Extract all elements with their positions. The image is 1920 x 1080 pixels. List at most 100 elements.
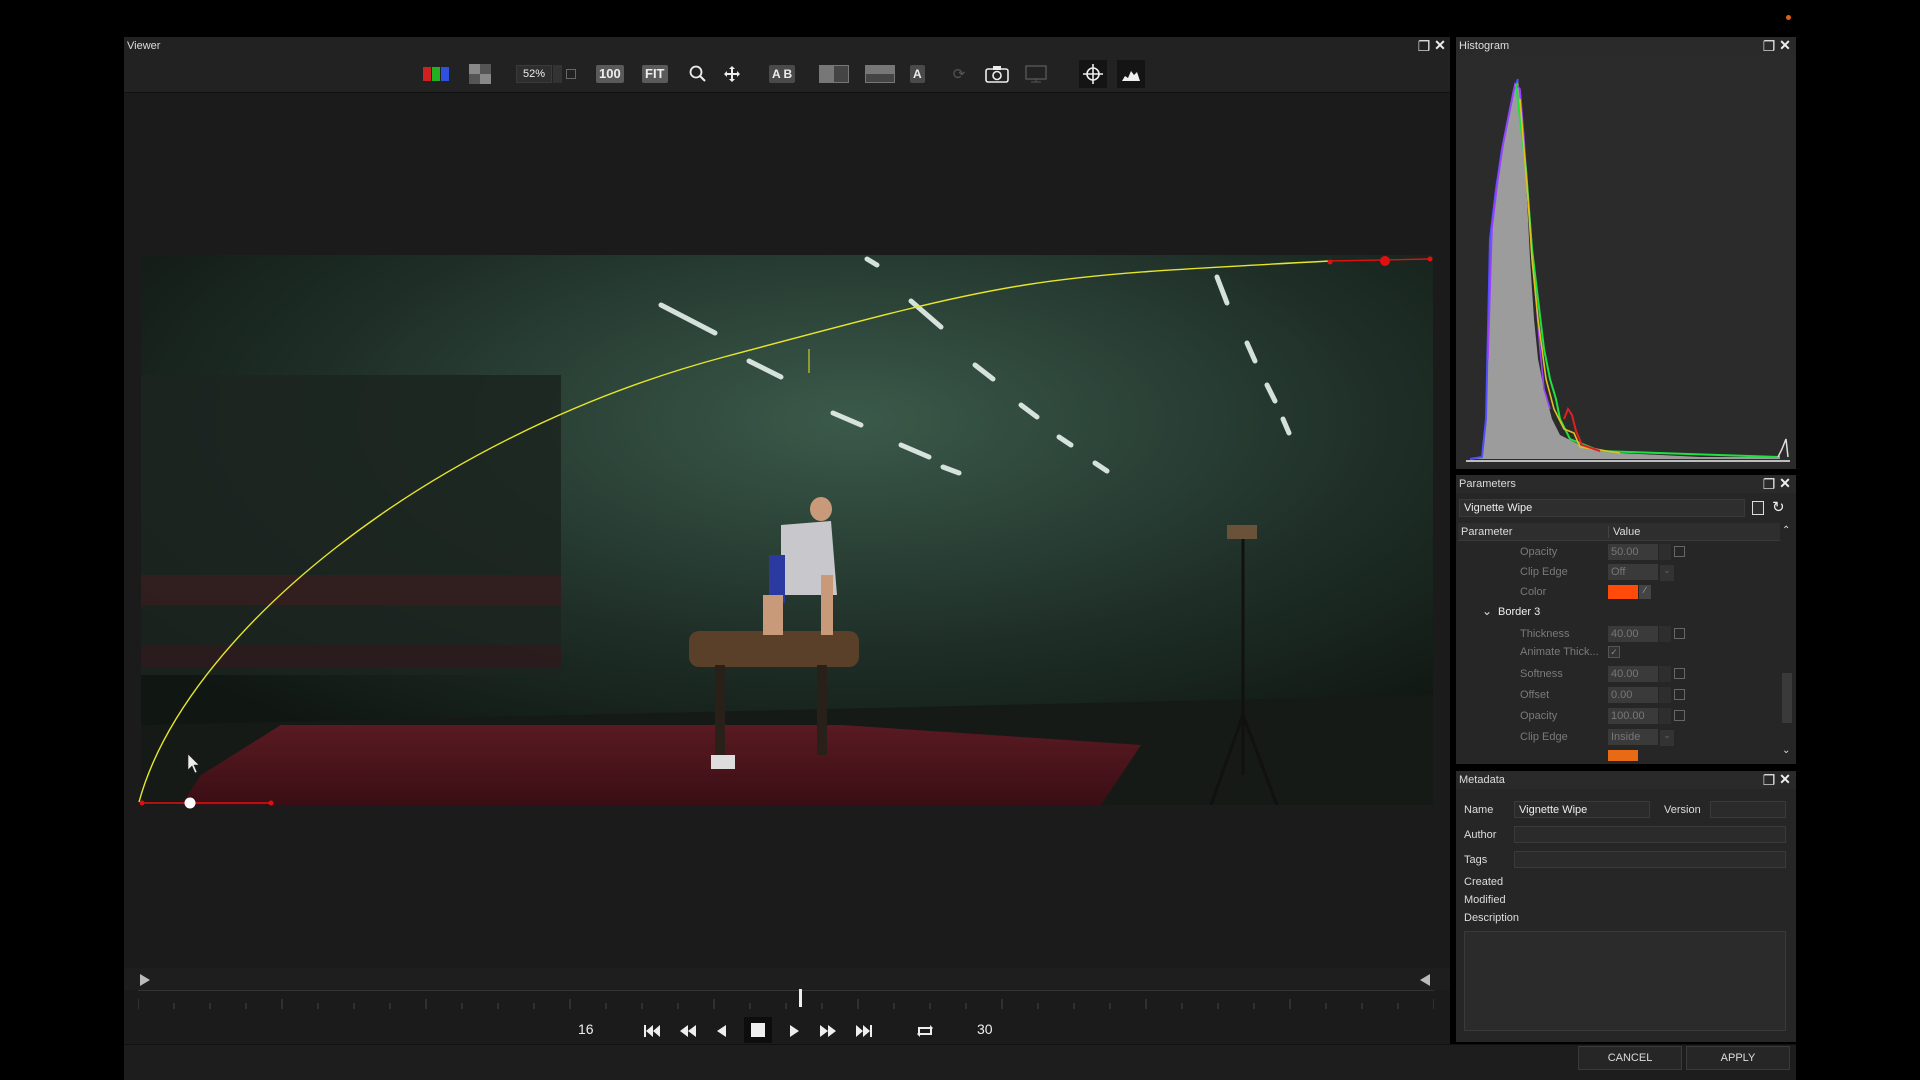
keyframe-icon[interactable] <box>1674 668 1685 679</box>
play-reverse-icon[interactable] <box>714 1023 730 1039</box>
parameters-float-icon[interactable]: ❐ <box>1762 477 1776 491</box>
param-name: Offset <box>1520 689 1550 701</box>
histogram-title: Histogram <box>1459 40 1510 52</box>
tags-label: Tags <box>1464 854 1488 866</box>
curve-keypoint-bottom <box>184 797 196 809</box>
eyedropper-icon[interactable]: ∕ <box>1639 585 1651 599</box>
param-row-color[interactable]: Color ∕ <box>1458 583 1778 603</box>
vignette-curve <box>138 260 1331 803</box>
parameters-close-icon[interactable]: ✕ <box>1778 476 1792 490</box>
param-name: Thickness <box>1520 628 1570 640</box>
param-name: Clip Edge <box>1520 566 1568 578</box>
fast-forward-icon[interactable] <box>818 1023 838 1039</box>
curve-overlay <box>138 256 1433 809</box>
param-row-opacity[interactable]: Opacity 50.00 <box>1458 543 1778 563</box>
checkbox[interactable]: ✓ <box>1608 646 1620 658</box>
parameters-title: Parameters <box>1459 478 1516 490</box>
in-point-marker-icon[interactable] <box>140 974 150 986</box>
param-dropdown[interactable]: Inside <box>1608 729 1658 745</box>
cancel-button[interactable]: CANCEL <box>1578 1046 1682 1070</box>
param-scrollbar[interactable]: ⌃ ⌄ <box>1780 523 1794 761</box>
playhead[interactable] <box>798 989 802 1007</box>
param-row-offset[interactable]: Offset 0.00 <box>1458 686 1778 706</box>
keyframe-icon[interactable] <box>1674 689 1685 700</box>
param-list: Opacity 50.00 Clip Edge Off ⌄ Color ∕ ⌄ … <box>1458 541 1780 761</box>
param-spinner[interactable] <box>1659 708 1671 724</box>
play-icon[interactable] <box>786 1023 802 1039</box>
name-field[interactable]: Vignette Wipe <box>1514 801 1650 818</box>
param-table-header: Parameter Value <box>1458 523 1780 541</box>
param-row-thickness[interactable]: Thickness 40.00 <box>1458 625 1778 645</box>
param-row-clip-edge-2[interactable]: Clip Edge Inside ⌄ <box>1458 728 1778 748</box>
scroll-up-icon[interactable]: ⌃ <box>1782 525 1790 536</box>
timeline-bar[interactable] <box>124 968 1450 990</box>
ruler-ticks <box>137 999 1435 1009</box>
end-frame-label: 30 <box>977 1021 993 1037</box>
param-value[interactable]: 50.00 <box>1608 544 1658 560</box>
version-field[interactable] <box>1710 801 1786 818</box>
param-row-animate-thickness[interactable]: Animate Thick... ✓ <box>1458 643 1778 663</box>
go-to-start-icon[interactable] <box>642 1023 662 1039</box>
refresh-params-icon[interactable]: ↻ <box>1772 498 1785 516</box>
description-field[interactable] <box>1464 931 1786 1031</box>
created-label: Created <box>1464 876 1504 888</box>
histogram-panel: Histogram ❐ ✕ <box>1456 37 1796 469</box>
chevron-down-icon[interactable]: ⌄ <box>1660 730 1674 746</box>
param-row-color-2[interactable] <box>1458 748 1778 761</box>
curve-handle-top <box>1329 258 1431 262</box>
out-point-marker-icon[interactable] <box>1420 974 1430 986</box>
metadata-panel: Metadata ❐ ✕ Name Vignette Wipe Version … <box>1456 771 1796 1042</box>
timeline-ruler[interactable] <box>137 989 1435 1010</box>
color-swatch[interactable] <box>1608 585 1638 599</box>
group-label: Border 3 <box>1498 606 1541 618</box>
param-name: Opacity <box>1520 710 1558 722</box>
param-spinner[interactable] <box>1659 666 1671 682</box>
parameters-title-bar: Parameters <box>1456 475 1796 493</box>
param-row-clip-edge[interactable]: Clip Edge Off ⌄ <box>1458 563 1778 583</box>
loop-icon[interactable] <box>914 1023 936 1039</box>
version-label: Version <box>1664 804 1701 816</box>
stop-button[interactable] <box>744 1017 772 1043</box>
param-row-softness[interactable]: Softness 40.00 <box>1458 665 1778 685</box>
histogram-close-icon[interactable]: ✕ <box>1778 38 1792 52</box>
go-to-end-icon[interactable] <box>854 1023 874 1039</box>
preset-file-icon[interactable] <box>1752 501 1764 515</box>
metadata-float-icon[interactable]: ❐ <box>1762 773 1776 787</box>
param-spinner[interactable] <box>1659 626 1671 642</box>
param-value[interactable]: 40.00 <box>1608 626 1658 642</box>
author-field[interactable] <box>1514 826 1786 843</box>
curve-keypoint-top <box>1380 256 1390 266</box>
name-label: Name <box>1464 804 1494 816</box>
keyframe-icon[interactable] <box>1674 710 1685 721</box>
param-name: Color <box>1520 586 1547 598</box>
modified-label: Modified <box>1464 894 1506 906</box>
effect-name: Vignette Wipe <box>1464 502 1533 514</box>
tags-field[interactable] <box>1514 851 1786 868</box>
param-name: Opacity <box>1520 546 1558 558</box>
metadata-title: Metadata <box>1459 774 1505 786</box>
histogram-float-icon[interactable]: ❐ <box>1762 39 1776 53</box>
apply-button[interactable]: APPLY <box>1686 1046 1790 1070</box>
metadata-close-icon[interactable]: ✕ <box>1778 772 1792 786</box>
group-border3[interactable]: ⌄ Border 3 <box>1458 603 1778 623</box>
curve-handle-point-left <box>1327 259 1333 265</box>
keyframe-icon[interactable] <box>1674 546 1685 557</box>
cancel-label: CANCEL <box>1607 1052 1653 1064</box>
param-row-opacity-2[interactable]: Opacity 100.00 <box>1458 707 1778 727</box>
chevron-down-icon[interactable]: ⌄ <box>1482 604 1492 618</box>
chevron-down-icon[interactable]: ⌄ <box>1660 565 1674 581</box>
rewind-icon[interactable] <box>678 1023 698 1039</box>
col-parameter: Parameter <box>1461 526 1513 538</box>
param-dropdown[interactable]: Off <box>1608 564 1658 580</box>
effect-name-field[interactable]: Vignette Wipe <box>1459 499 1745 517</box>
keyframe-icon[interactable] <box>1674 628 1685 639</box>
param-value[interactable]: 40.00 <box>1608 666 1658 682</box>
scroll-thumb[interactable] <box>1782 673 1792 723</box>
color-swatch[interactable] <box>1608 750 1638 761</box>
param-spinner[interactable] <box>1659 544 1671 560</box>
param-spinner[interactable] <box>1659 687 1671 703</box>
param-value[interactable]: 0.00 <box>1608 687 1658 703</box>
param-value[interactable]: 100.00 <box>1608 708 1658 724</box>
scroll-down-icon[interactable]: ⌄ <box>1782 745 1790 756</box>
description-label: Description <box>1464 912 1520 924</box>
